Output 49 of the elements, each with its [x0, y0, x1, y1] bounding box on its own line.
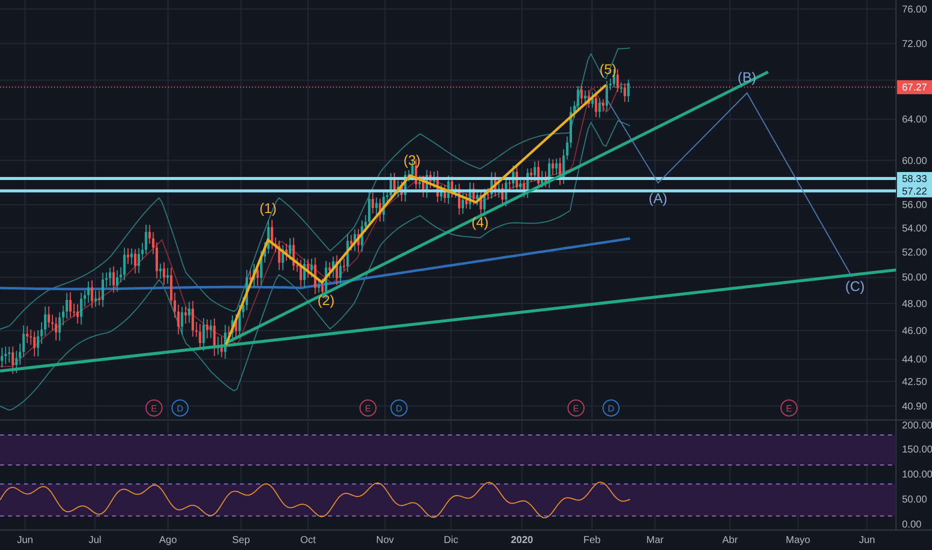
time-axis-label: Dic	[444, 535, 458, 546]
wave-label: (C)	[845, 278, 865, 294]
time-axis-label: 2020	[510, 535, 534, 546]
price-axis-label: 76.00	[902, 4, 928, 16]
indicator-axis-label: 0.00	[902, 520, 922, 530]
wave-label: (5)	[599, 61, 617, 77]
level-price-tag: 58.33	[897, 172, 932, 186]
time-axis-label: Ago	[159, 535, 177, 546]
indicator-axis-label: 100.00	[902, 470, 932, 480]
time-axis-label: Oct	[300, 535, 316, 546]
indicator-axis-label: 50.00	[902, 494, 928, 506]
earnings-marker[interactable]: E	[146, 400, 162, 416]
time-axis-label: Jun	[858, 535, 876, 546]
wave-label: (4)	[471, 214, 489, 230]
time-axis-label: Mar	[646, 535, 664, 546]
price-axis-label: 72.00	[902, 39, 928, 50]
time-axis-label: Feb	[583, 535, 601, 546]
price-axis-label: 44.00	[902, 354, 928, 366]
wave-label: (A)	[648, 190, 668, 206]
indicator-axis-label: 150.00	[902, 444, 932, 456]
dividend-marker[interactable]: D	[172, 400, 188, 416]
time-axis-label: Jul	[88, 535, 102, 546]
price-axis-label: 42.50	[902, 376, 928, 388]
level-price-tag: 57.22	[897, 184, 932, 198]
time-axis-label: Abr	[722, 535, 738, 546]
wave-label: (2)	[317, 292, 335, 308]
price-axis-label: 64.00	[902, 114, 928, 126]
dividend-marker[interactable]: D	[602, 400, 620, 416]
price-axis-label: 40.90	[902, 401, 928, 412]
time-axis-label: Nov	[376, 535, 394, 546]
price-axis-label: 50.00	[902, 272, 928, 284]
price-axis-label: 56.00	[902, 200, 928, 212]
wave-label: (3)	[403, 152, 421, 168]
price-axis-label: 60.00	[902, 156, 928, 167]
time-axis-label: Mayo	[786, 535, 810, 546]
wave-label: (B)	[738, 69, 756, 85]
wave-label: (1)	[259, 200, 277, 216]
price-axis-label: 52.00	[902, 248, 928, 259]
indicator-axis-label: 200.00	[902, 420, 932, 432]
time-axis-label: Jun	[16, 535, 34, 546]
current-price-tag: 67.27	[897, 80, 932, 94]
price-axis-label: 46.00	[902, 326, 928, 338]
earnings-marker[interactable]: E	[780, 400, 798, 416]
time-axis-label: Sep	[232, 535, 250, 546]
earnings-marker[interactable]: E	[360, 400, 376, 416]
earnings-marker[interactable]: E	[568, 400, 584, 416]
price-axis-label: 48.00	[902, 298, 928, 310]
dividend-marker[interactable]: D	[390, 400, 408, 416]
price-axis-label: 54.00	[902, 223, 928, 234]
